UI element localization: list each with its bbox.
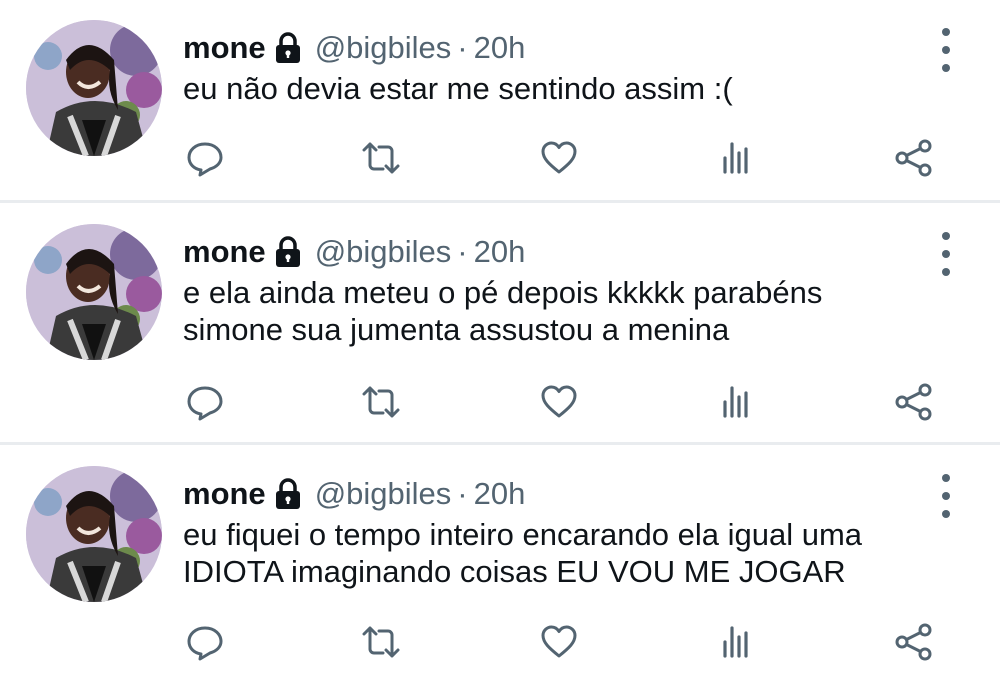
stats-icon[interactable] <box>714 136 758 180</box>
share-icon[interactable] <box>892 136 936 180</box>
timestamp[interactable]: 20h <box>474 30 526 66</box>
stats-icon[interactable] <box>714 620 758 664</box>
retweet-icon[interactable] <box>359 620 403 664</box>
tweet-actions <box>0 380 1000 424</box>
tweet-header: mone @bigbiles · 20h <box>183 474 525 514</box>
tweet-header: mone @bigbiles · 20h <box>183 28 525 68</box>
separator-dot: · <box>457 476 468 511</box>
user-handle[interactable]: @bigbiles <box>315 234 452 270</box>
timestamp[interactable]: 20h <box>474 476 526 512</box>
tweet-text-line: eu fiquei o tempo inteiro encarando ela … <box>183 517 863 552</box>
separator-dot: · <box>457 234 468 269</box>
divider <box>0 200 1000 203</box>
retweet-icon[interactable] <box>359 380 403 424</box>
tweet[interactable]: mone @bigbiles · 20h e ela ainda meteu o… <box>0 204 1000 442</box>
divider <box>0 442 1000 445</box>
tweet-text-line: IDIOTA imaginando coisas EU VOU ME JOGAR <box>183 554 846 589</box>
tweet-header: mone @bigbiles · 20h <box>183 232 525 272</box>
display-name[interactable]: mone <box>183 30 266 66</box>
user-handle[interactable]: @bigbiles <box>315 476 452 512</box>
more-vertical-icon[interactable] <box>934 232 958 276</box>
more-vertical-icon[interactable] <box>934 28 958 72</box>
timestamp[interactable]: 20h <box>474 234 526 270</box>
share-icon[interactable] <box>892 380 936 424</box>
tweet-text-line: eu não devia estar me sentindo assim :( <box>183 71 733 106</box>
tweet[interactable]: mone @bigbiles · 20h eu não devia estar … <box>0 0 1000 200</box>
tweet-text: eu fiquei o tempo inteiro encarando ela … <box>183 516 923 590</box>
heart-icon[interactable] <box>537 620 581 664</box>
avatar[interactable] <box>26 224 162 360</box>
reply-icon[interactable] <box>183 380 227 424</box>
display-name[interactable]: mone <box>183 234 266 270</box>
share-icon[interactable] <box>892 620 936 664</box>
retweet-icon[interactable] <box>359 136 403 180</box>
tweet-feed: mone @bigbiles · 20h eu não devia estar … <box>0 0 1000 682</box>
tweet-text: eu não devia estar me sentindo assim :( <box>183 70 923 107</box>
tweet-text-line: simone sua jumenta assustou a menina <box>183 312 730 347</box>
display-name[interactable]: mone <box>183 476 266 512</box>
heart-icon[interactable] <box>537 380 581 424</box>
more-vertical-icon[interactable] <box>934 474 958 518</box>
lock-icon <box>273 478 303 510</box>
lock-icon <box>273 32 303 64</box>
reply-icon[interactable] <box>183 620 227 664</box>
stats-icon[interactable] <box>714 380 758 424</box>
heart-icon[interactable] <box>537 136 581 180</box>
reply-icon[interactable] <box>183 136 227 180</box>
separator-dot: · <box>457 30 468 65</box>
user-handle[interactable]: @bigbiles <box>315 30 452 66</box>
tweet[interactable]: mone @bigbiles · 20h eu fiquei o tempo i… <box>0 446 1000 682</box>
tweet-text: e ela ainda meteu o pé depois kkkkk para… <box>183 274 923 348</box>
tweet-actions <box>0 136 1000 180</box>
tweet-actions <box>0 620 1000 664</box>
avatar[interactable] <box>26 466 162 602</box>
lock-icon <box>273 236 303 268</box>
tweet-text-line: e ela ainda meteu o pé depois kkkkk para… <box>183 275 823 310</box>
